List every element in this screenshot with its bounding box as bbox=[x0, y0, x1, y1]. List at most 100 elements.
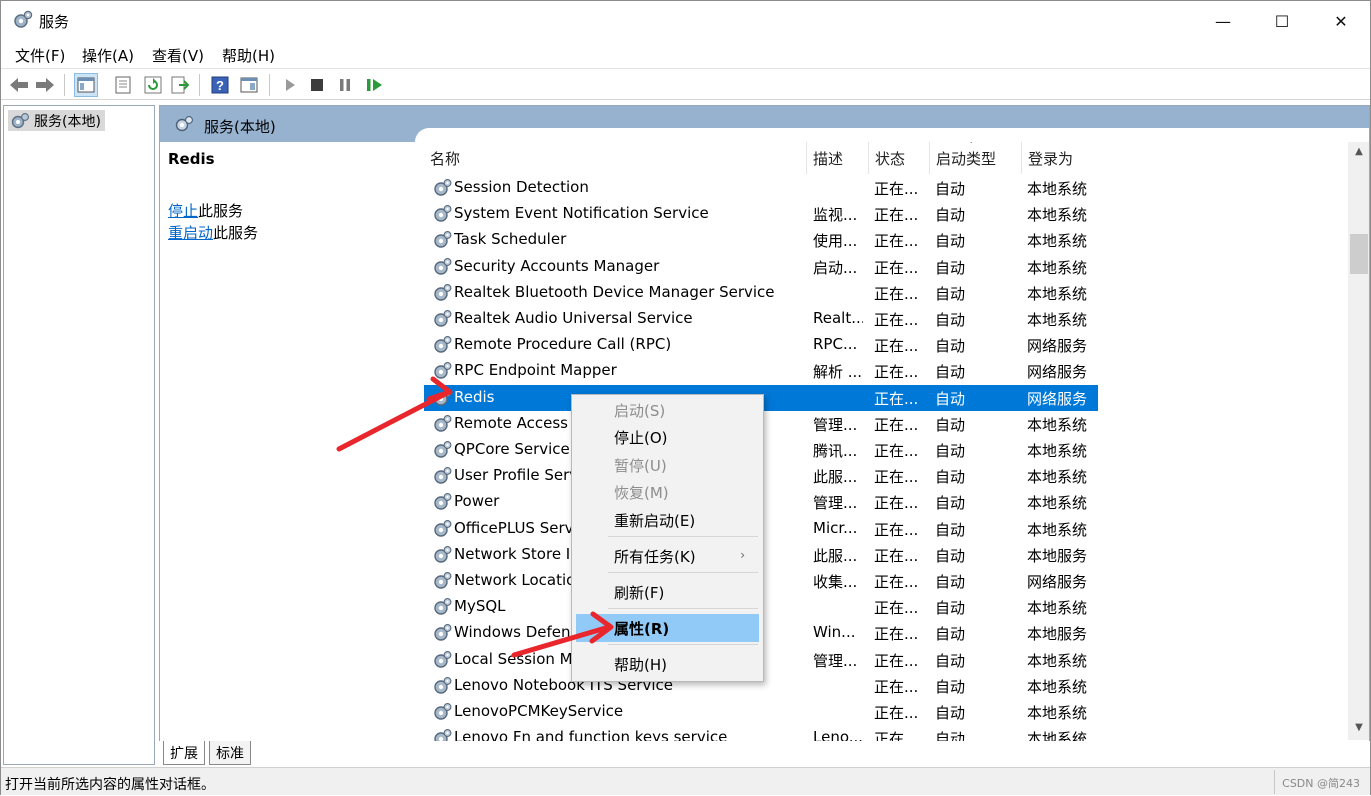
menu-view[interactable]: 查看(V) bbox=[152, 45, 204, 66]
service-desc-cell: 此服... bbox=[813, 468, 858, 487]
column-header-description[interactable]: 描述 bbox=[807, 142, 869, 174]
menu-help[interactable]: 帮助(H) bbox=[222, 45, 275, 66]
service-status-cell: 正在... bbox=[874, 468, 919, 487]
restart-service-link[interactable]: 重启动 bbox=[168, 224, 213, 242]
service-row[interactable]: LenovoPCMKeyService 正在... 自动 本地系统 bbox=[424, 699, 1098, 725]
service-gear-icon bbox=[432, 545, 452, 565]
service-name-cell: Lenovo Fn and function keys service bbox=[454, 728, 728, 742]
stop-service-icon[interactable] bbox=[305, 73, 329, 97]
maximize-button[interactable]: ☐ bbox=[1253, 1, 1311, 41]
menu-item-resume[interactable]: 恢复(M) bbox=[576, 478, 759, 506]
service-row[interactable]: Security Accounts Manager 启动... 正在... 自动 本地系… bbox=[424, 254, 1098, 280]
column-header-status[interactable]: 状态 bbox=[869, 142, 930, 174]
refresh-icon[interactable] bbox=[141, 73, 165, 97]
service-startup-cell: 自动 bbox=[935, 415, 966, 434]
service-desc-cell: Micr... bbox=[813, 518, 858, 537]
tab-standard[interactable]: 标准 bbox=[209, 741, 251, 765]
scroll-up-icon[interactable]: ▲ bbox=[1348, 146, 1369, 164]
service-name-cell: Session Detection bbox=[454, 178, 589, 196]
service-row[interactable]: Task Scheduler 使用... 正在... 自动 本地系统 bbox=[424, 227, 1098, 253]
back-icon[interactable] bbox=[7, 73, 31, 97]
stop-service-suffix: 此服务 bbox=[198, 202, 244, 220]
menu-item-help[interactable]: 帮助(H) bbox=[576, 650, 759, 678]
service-gear-icon bbox=[432, 702, 452, 722]
service-status-cell: 正在... bbox=[874, 284, 919, 303]
scroll-thumb[interactable] bbox=[1350, 234, 1368, 274]
service-status-cell: 正在... bbox=[874, 573, 919, 591]
service-gear-icon bbox=[432, 650, 452, 670]
restart-service-icon[interactable] bbox=[363, 73, 387, 97]
column-header-log-on-as[interactable]: 登录为 bbox=[1022, 142, 1098, 174]
tree-item-services-local[interactable]: 服务(本地) bbox=[8, 110, 105, 131]
export-list-icon[interactable] bbox=[168, 73, 192, 97]
tab-extended[interactable]: 扩展 bbox=[163, 741, 205, 765]
menu-item-all-tasks[interactable]: 所有任务(K) › bbox=[576, 542, 759, 570]
forward-icon[interactable] bbox=[33, 73, 57, 97]
menu-item-start[interactable]: 启动(S) bbox=[576, 396, 759, 424]
properties-sheet-icon[interactable] bbox=[111, 73, 135, 97]
service-gear-icon bbox=[432, 178, 452, 198]
column-header-startup-type[interactable]: 启动类型 bbox=[930, 142, 1022, 174]
services-window: 服务 — ☐ ✕ 文件(F) 操作(A) 查看(V) 帮助(H) ? 服务(本地… bbox=[0, 0, 1371, 795]
start-service-icon[interactable] bbox=[278, 73, 302, 97]
service-desc-cell: 管理... bbox=[813, 651, 858, 670]
show-hide-console-tree-icon[interactable] bbox=[74, 73, 98, 97]
status-bar: 打开当前所选内容的属性对话框。 CSDN @简243 bbox=[1, 767, 1370, 795]
service-desc-cell: Win... bbox=[813, 623, 856, 642]
service-startup-cell: 自动 bbox=[935, 284, 966, 303]
service-logon-cell: 本地系统 bbox=[1027, 520, 1088, 539]
context-menu: 启动(S) 停止(O) 暂停(U) 恢复(M) 重新启动(E) 所有任务(K) … bbox=[571, 394, 764, 682]
service-startup-cell: 自动 bbox=[935, 573, 966, 591]
menu-file[interactable]: 文件(F) bbox=[15, 45, 65, 66]
service-status-cell: 正在... bbox=[874, 389, 919, 408]
service-desc-cell: Leno... bbox=[813, 728, 863, 742]
service-logon-cell: 本地系统 bbox=[1027, 206, 1088, 225]
service-startup-cell: 自动 bbox=[935, 625, 966, 644]
service-status-cell: 正在... bbox=[874, 337, 919, 356]
minimize-button[interactable]: — bbox=[1194, 1, 1252, 41]
vertical-scrollbar[interactable]: ▲ ▼ bbox=[1348, 142, 1369, 740]
service-status-cell: 正在... bbox=[874, 232, 919, 251]
title-bar: 服务 — ☐ ✕ bbox=[1, 1, 1370, 41]
close-button[interactable]: ✕ bbox=[1312, 1, 1370, 41]
service-name-cell: LenovoPCMKeyService bbox=[454, 702, 624, 720]
service-row[interactable]: Realtek Audio Universal Service Realt... 正… bbox=[424, 306, 1098, 332]
service-name-cell: RPC Endpoint Mapper bbox=[454, 361, 617, 380]
menu-action[interactable]: 操作(A) bbox=[82, 45, 134, 66]
service-gear-icon bbox=[432, 728, 452, 742]
service-startup-cell: 自动 bbox=[935, 520, 966, 539]
service-row[interactable]: RPC Endpoint Mapper 解析 ... 正在... 自动 网络服务 bbox=[424, 358, 1098, 384]
menu-item-restart[interactable]: 重新启动(E) bbox=[576, 506, 759, 534]
stop-service-link[interactable]: 停止 bbox=[168, 202, 198, 220]
scroll-down-icon[interactable]: ▼ bbox=[1348, 722, 1369, 740]
service-gear-icon bbox=[432, 309, 452, 329]
menu-item-pause[interactable]: 暂停(U) bbox=[576, 451, 759, 479]
menu-item-stop[interactable]: 停止(O) bbox=[576, 423, 759, 451]
service-startup-cell: 自动 bbox=[935, 389, 966, 408]
service-row[interactable]: Realtek Bluetooth Device Manager Service… bbox=[424, 280, 1098, 306]
menu-item-properties[interactable]: 属性(R) bbox=[576, 614, 759, 642]
menu-item-refresh[interactable]: 刷新(F) bbox=[576, 578, 759, 606]
service-logon-cell: 本地系统 bbox=[1027, 599, 1088, 618]
service-row[interactable]: Remote Procedure Call (RPC) RPC... 正在... 自动… bbox=[424, 332, 1098, 358]
services-gear-icon bbox=[14, 10, 33, 28]
help-icon[interactable]: ? bbox=[208, 73, 232, 97]
service-name-cell: Task Scheduler bbox=[454, 230, 567, 249]
service-gear-icon bbox=[432, 361, 452, 381]
service-name-cell: Realtek Bluetooth Device Manager Service bbox=[454, 282, 775, 301]
view-tabs: 扩展 标准 bbox=[159, 741, 1370, 765]
service-row[interactable]: Lenovo Fn and function keys service Leno.… bbox=[424, 725, 1098, 742]
service-row[interactable]: Session Detection 正在... 自动 本地系统 bbox=[424, 175, 1098, 201]
service-row[interactable]: System Event Notification Service 监视... 正在… bbox=[424, 201, 1098, 227]
service-logon-cell: 本地系统 bbox=[1027, 468, 1088, 487]
service-status-cell: 正在... bbox=[874, 363, 919, 382]
service-startup-cell: 自动 bbox=[935, 730, 966, 742]
pause-service-icon[interactable] bbox=[333, 73, 357, 97]
action-pane-icon[interactable] bbox=[237, 73, 261, 97]
column-header-name[interactable]: 名称 bbox=[424, 142, 807, 174]
service-desc-cell: RPC... bbox=[813, 335, 858, 354]
service-desc-cell: Realt... bbox=[813, 309, 863, 327]
service-gear-icon bbox=[432, 204, 452, 224]
service-logon-cell: 本地系统 bbox=[1027, 651, 1088, 670]
service-logon-cell: 本地系统 bbox=[1027, 284, 1088, 303]
